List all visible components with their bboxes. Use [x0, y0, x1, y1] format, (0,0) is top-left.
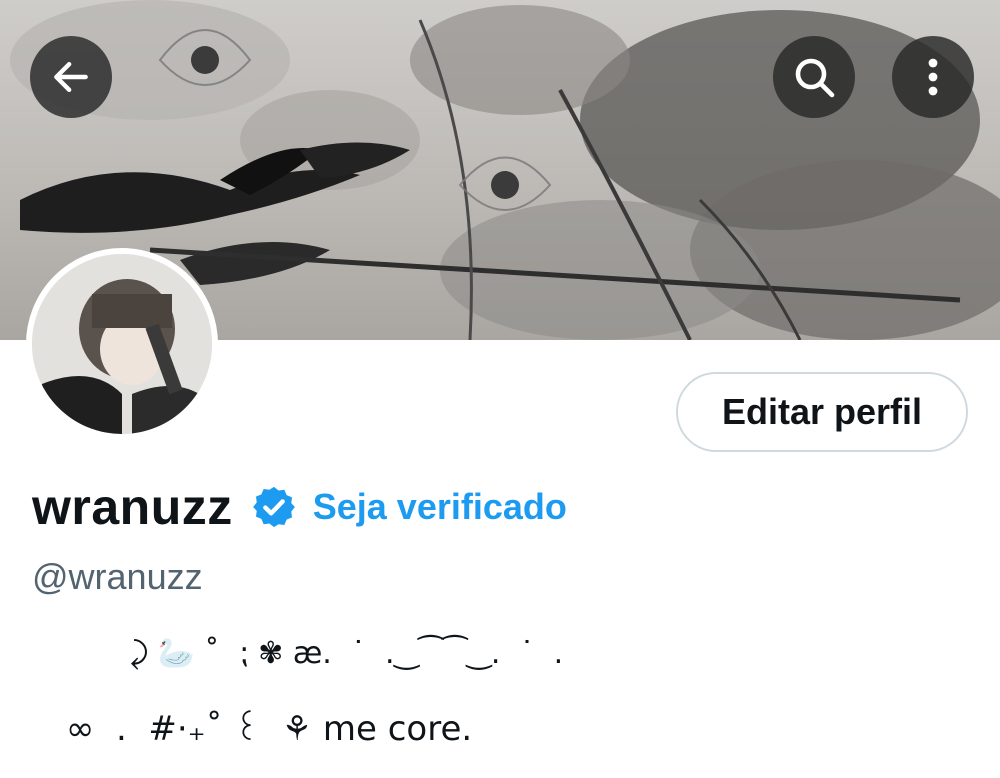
username-handle: @wranuzz: [32, 556, 203, 597]
edit-profile-button[interactable]: Editar perfil: [676, 372, 968, 452]
more-vertical-icon: [928, 58, 938, 96]
arrow-left-icon: [54, 61, 88, 93]
bio-line-2: ∞ . #·₊˚ ꒰ ⚘ me core.: [66, 709, 473, 749]
avatar[interactable]: [26, 248, 218, 440]
search-button[interactable]: [773, 36, 855, 118]
profile-name-row: wranuzz Seja verificado: [32, 478, 567, 536]
back-button[interactable]: [30, 36, 112, 118]
verified-badge-icon[interactable]: [251, 484, 297, 530]
bio-line-1: ⤸ 🦢 ˚ ⁏ ✾ æ. ˙ .‿⁀⁀‿. ˙ .: [130, 636, 564, 671]
search-icon: [795, 58, 835, 98]
display-name: wranuzz: [32, 479, 233, 535]
get-verified-link[interactable]: Seja verificado: [313, 486, 567, 528]
more-options-button[interactable]: [892, 36, 974, 118]
avatar-image: [32, 254, 212, 434]
